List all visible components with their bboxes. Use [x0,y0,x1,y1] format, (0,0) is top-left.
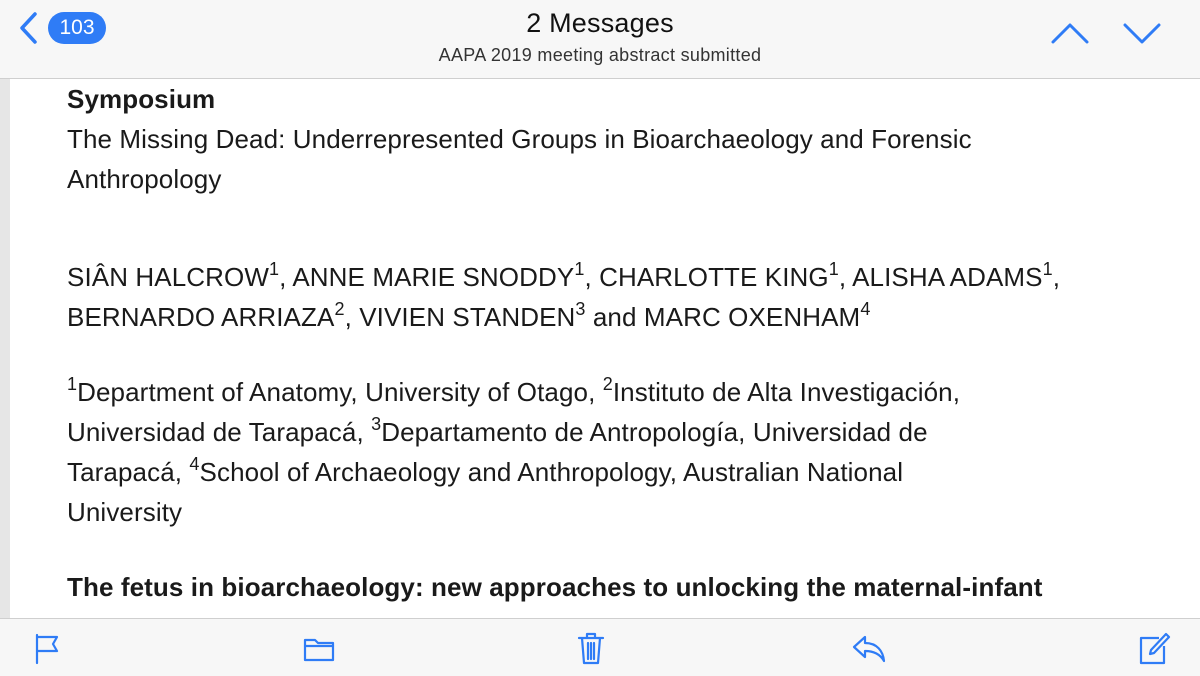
symposium-title-line: Anthropology [67,164,222,194]
author-name: CHARLOTTE KING [599,262,829,292]
navigation-bar: 103 2 Messages AAPA 2019 meeting abstrac… [0,0,1200,79]
author-affiliation-number: 1 [828,259,839,279]
symposium-title: The Missing Dead: Underrepresented Group… [67,119,972,199]
affiliation-number: 1 [67,374,78,394]
conjunction: and [592,302,637,332]
flag-icon[interactable] [27,629,67,667]
author-line: SIÂN HALCROW1, ANNE MARIE SNODDY1, CHARL… [67,259,1061,292]
next-message-icon[interactable] [1122,16,1162,50]
author-affiliation-number: 2 [334,299,345,319]
author-name: ANNE MARIE SNODDY [292,262,575,292]
affiliation-line: 1Department of Anatomy, University of Ot… [67,372,960,412]
author-affiliation-number: 3 [575,299,586,319]
affiliation-text: Tarapacá, [67,457,183,487]
symposium-label: Symposium [67,84,216,114]
reply-icon[interactable] [849,629,889,667]
author-affiliation-number: 1 [574,259,585,279]
affiliation-line: University [67,492,960,532]
affiliation-list: 1Department of Anatomy, University of Ot… [67,372,960,532]
affiliation-number: 2 [602,374,613,394]
affiliation-text: University [67,497,183,527]
author-affiliation-number: 4 [860,299,871,319]
compose-icon[interactable] [1133,629,1173,667]
affiliation-text: Department of Anatomy, University of Ota… [77,377,596,407]
thread-subject: AAPA 2019 meeting abstract submitted [438,45,762,65]
author-name: VIVIEN STANDEN [359,302,576,332]
message-margin [0,79,10,619]
author-name: SIÂN HALCROW [67,262,270,292]
folder-icon[interactable] [299,629,339,667]
trash-icon[interactable] [571,629,611,667]
bottom-toolbar [0,618,1200,676]
author-affiliation-number: 1 [269,259,280,279]
author-affiliation-number: 1 [1042,259,1053,279]
affiliation-text: Instituto de Alta Investigación, [612,377,961,407]
paper-title: The fetus in bioarchaeology: new approac… [67,572,1043,602]
author-name: BERNARDO ARRIAZA [67,302,335,332]
affiliation-line: Tarapacá, 4School of Archaeology and Ant… [67,452,960,492]
previous-message-icon[interactable] [1050,16,1090,50]
author-line: BERNARDO ARRIAZA2, VIVIEN STANDEN3 and M… [67,299,871,332]
symposium-title-line: The Missing Dead: Underrepresented Group… [67,124,972,154]
affiliation-text: School of Archaeology and Anthropology, … [199,457,904,487]
affiliation-number: 3 [371,414,382,434]
author-name: MARC OXENHAM [643,302,861,332]
affiliation-number: 4 [189,454,200,474]
affiliation-line: Universidad de Tarapacá, 3Departamento d… [67,412,960,452]
author-list: SIÂN HALCROW1, ANNE MARIE SNODDY1, CHARL… [67,257,1060,337]
affiliation-text: Universidad de Tarapacá, [67,417,364,447]
page-title: 2 Messages [526,8,674,38]
author-name: ALISHA ADAMS [852,262,1043,292]
affiliation-text: Departamento de Antropología, Universida… [381,417,928,447]
